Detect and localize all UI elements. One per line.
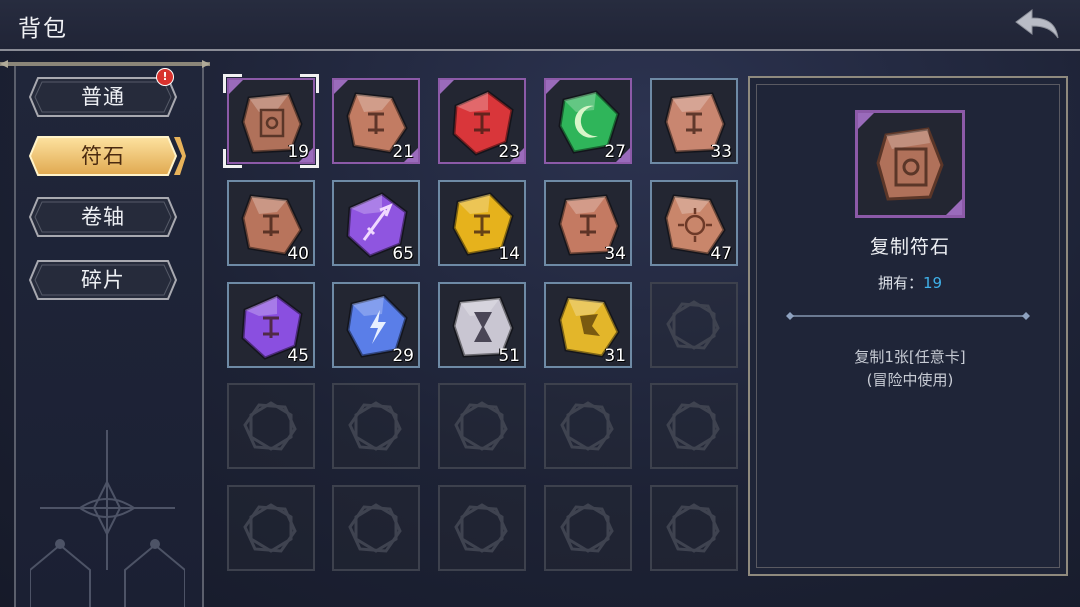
selection-bracket bbox=[300, 74, 319, 93]
empty-slot-emblem-icon bbox=[348, 401, 402, 451]
inventory-slot[interactable]: 45 bbox=[227, 282, 315, 368]
item-count: 33 bbox=[710, 142, 732, 162]
item-count: 23 bbox=[498, 142, 520, 162]
empty-slot-emblem-icon bbox=[560, 401, 614, 451]
empty-slot bbox=[227, 383, 315, 469]
inventory-slot[interactable]: 27 bbox=[544, 78, 632, 164]
item-count: 65 bbox=[392, 244, 414, 264]
empty-slot-emblem-icon bbox=[454, 503, 508, 553]
tab-fragment[interactable]: 碎片 bbox=[28, 259, 178, 301]
empty-slot-emblem-icon bbox=[666, 300, 720, 350]
detail-item-slot bbox=[855, 110, 965, 218]
empty-slot-emblem-icon bbox=[243, 401, 297, 451]
inventory-slot[interactable]: 34 bbox=[544, 180, 632, 266]
back-arrow-icon[interactable] bbox=[1012, 6, 1062, 44]
owned-count-row: 拥有：19 bbox=[800, 272, 1020, 293]
top-bar bbox=[0, 0, 1080, 50]
empty-slot bbox=[544, 485, 632, 571]
item-count: 40 bbox=[287, 244, 309, 264]
empty-slot bbox=[650, 485, 738, 571]
item-count: 31 bbox=[604, 346, 626, 366]
item-count: 51 bbox=[498, 346, 520, 366]
empty-slot-emblem-icon bbox=[560, 503, 614, 553]
item-count: 47 bbox=[710, 244, 732, 264]
inventory-slot[interactable]: 29 bbox=[332, 282, 420, 368]
top-bar-divider bbox=[0, 49, 1080, 51]
empty-slot bbox=[438, 383, 526, 469]
item-count: 29 bbox=[392, 346, 414, 366]
item-count: 45 bbox=[287, 346, 309, 366]
tab-normal[interactable]: 普通 bbox=[28, 76, 178, 118]
owned-value: 19 bbox=[922, 274, 943, 292]
detail-divider bbox=[786, 312, 1030, 320]
tab-label: 卷轴 bbox=[81, 205, 125, 229]
empty-slot bbox=[650, 282, 738, 368]
empty-slot-emblem-icon bbox=[348, 503, 402, 553]
item-description-line-2: (冒险中使用) bbox=[866, 371, 954, 389]
empty-slot-emblem-icon bbox=[454, 401, 508, 451]
item-count: 14 bbox=[498, 244, 520, 264]
selection-bracket bbox=[300, 149, 319, 168]
empty-slot bbox=[544, 383, 632, 469]
selection-bracket bbox=[223, 149, 242, 168]
empty-slot-emblem-icon bbox=[666, 503, 720, 553]
item-name: 复制符石 bbox=[869, 236, 950, 258]
inventory-slot[interactable]: 21 bbox=[332, 78, 420, 164]
tab-label: 普通 bbox=[81, 85, 125, 109]
copy-rune-icon bbox=[858, 113, 962, 215]
owned-label: 拥有： bbox=[877, 274, 923, 292]
inventory-slot[interactable]: 33 bbox=[650, 78, 738, 164]
tab-label: 符石 bbox=[81, 144, 125, 168]
inventory-slot[interactable]: 47 bbox=[650, 180, 738, 266]
empty-slot bbox=[227, 485, 315, 571]
notification-badge: ! bbox=[156, 68, 174, 86]
inventory-slot[interactable]: 40 bbox=[227, 180, 315, 266]
inventory-slot[interactable]: 19 bbox=[223, 74, 319, 168]
panel-top-ornament bbox=[0, 60, 210, 68]
inventory-slot[interactable]: 31 bbox=[544, 282, 632, 368]
inventory-slot[interactable]: 23 bbox=[438, 78, 526, 164]
empty-slot bbox=[438, 485, 526, 571]
selection-bracket bbox=[223, 74, 242, 93]
tab-runestone[interactable]: 符石 bbox=[28, 135, 186, 177]
page-title: 背包 bbox=[18, 16, 68, 42]
empty-slot bbox=[332, 383, 420, 469]
decorative-ornament bbox=[30, 430, 185, 607]
empty-slot-emblem-icon bbox=[666, 401, 720, 451]
empty-slot bbox=[332, 485, 420, 571]
empty-slot-emblem-icon bbox=[243, 503, 297, 553]
inventory-slot[interactable]: 14 bbox=[438, 180, 526, 266]
inventory-slot[interactable]: 65 bbox=[332, 180, 420, 266]
tab-label: 碎片 bbox=[81, 268, 125, 292]
item-description-line-1: 复制1张[任意卡] bbox=[854, 348, 966, 366]
item-count: 34 bbox=[604, 244, 626, 264]
item-count: 27 bbox=[604, 142, 626, 162]
inventory-slot[interactable]: 51 bbox=[438, 282, 526, 368]
tab-scroll[interactable]: 卷轴 bbox=[28, 196, 178, 238]
item-count: 21 bbox=[392, 142, 414, 162]
empty-slot bbox=[650, 383, 738, 469]
